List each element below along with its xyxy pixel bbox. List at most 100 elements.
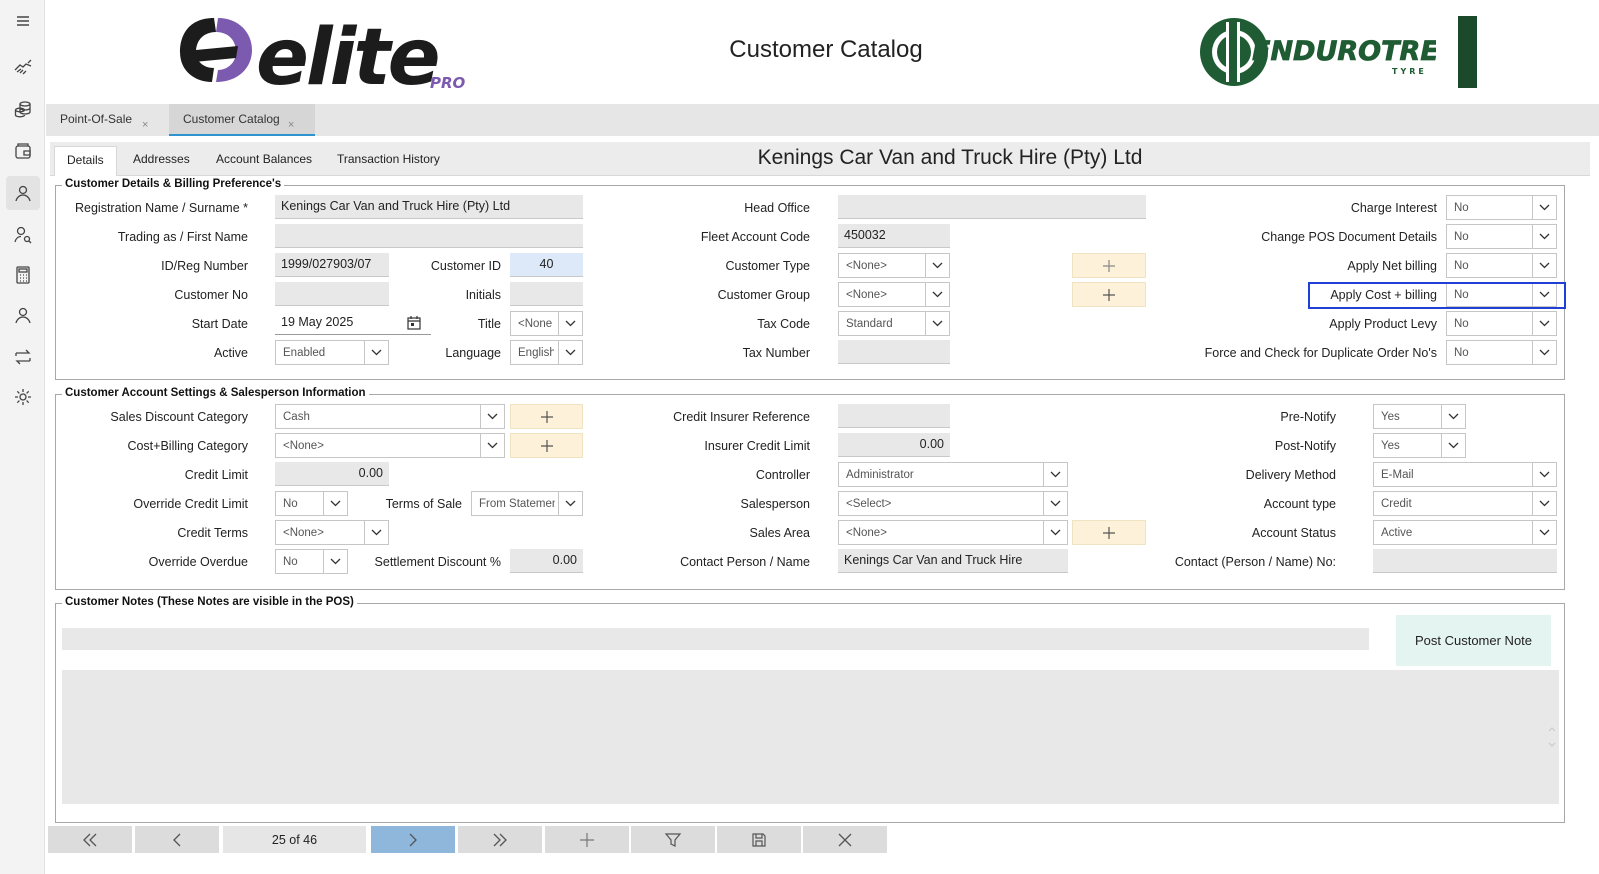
customer-icon[interactable] (6, 176, 40, 210)
notes-textarea[interactable] (62, 670, 1559, 804)
tab-details[interactable]: Details (54, 146, 117, 176)
first-record-button[interactable] (48, 826, 132, 853)
post-notify-select[interactable]: Yes (1373, 433, 1466, 458)
user-search-icon[interactable] (6, 218, 40, 252)
settlement-discount-field[interactable]: 0.00 (510, 549, 583, 573)
transfer-icon[interactable] (6, 340, 40, 374)
chevron-down-icon[interactable] (480, 405, 504, 428)
override-overdue-select[interactable]: No (275, 549, 348, 574)
chevron-down-icon[interactable] (1532, 196, 1556, 219)
credit-limit-field[interactable]: 0.00 (275, 462, 389, 486)
override-credit-select[interactable]: No (275, 491, 348, 516)
last-record-button[interactable] (458, 826, 542, 853)
chevron-down-icon[interactable] (558, 341, 582, 364)
chevron-down-icon[interactable] (480, 434, 504, 457)
insurer-limit-field[interactable]: 0.00 (838, 433, 950, 457)
chevron-down-icon[interactable] (1532, 463, 1556, 486)
cost-billing-category-select[interactable]: <None> (275, 433, 505, 458)
account-type-select[interactable]: Credit (1373, 491, 1557, 516)
chevron-down-icon[interactable] (364, 341, 388, 364)
tab-customer-catalog[interactable]: Customer Catalog × (169, 104, 315, 136)
person-icon[interactable] (6, 298, 40, 332)
fleet-account-field[interactable]: 450032 (838, 224, 950, 248)
chevron-down-icon[interactable] (925, 283, 949, 306)
chevron-down-icon[interactable] (1043, 521, 1067, 544)
id-reg-field[interactable]: 1999/027903/07 (275, 253, 389, 277)
contact-person-field[interactable]: Kenings Car Van and Truck Hire (838, 549, 1068, 573)
controller-select[interactable]: Administrator (838, 462, 1068, 487)
chevron-down-icon[interactable] (323, 550, 347, 573)
trading-as-field[interactable] (275, 224, 583, 248)
registration-name-field[interactable]: Kenings Car Van and Truck Hire (Pty) Ltd (275, 195, 583, 219)
customer-group-select[interactable]: <None> (838, 282, 950, 307)
note-input[interactable] (62, 628, 1369, 650)
tab-point-of-sale[interactable]: Point-Of-Sale × (46, 104, 156, 136)
wallet-icon[interactable] (6, 134, 40, 168)
scroll-arrows-icon[interactable] (1546, 722, 1558, 752)
chevron-down-icon[interactable] (323, 492, 347, 515)
filter-button[interactable] (631, 826, 715, 853)
sales-discount-select[interactable]: Cash (275, 404, 505, 429)
chevron-down-icon[interactable] (1441, 405, 1465, 428)
delivery-method-select[interactable]: E-Mail (1373, 462, 1557, 487)
chevron-down-icon[interactable] (1532, 254, 1556, 277)
add-customer-type-button[interactable] (1072, 253, 1146, 278)
chevron-down-icon[interactable] (1532, 341, 1556, 364)
add-record-button[interactable] (545, 826, 629, 853)
chevron-down-icon[interactable] (1043, 463, 1067, 486)
contact-number-field[interactable] (1373, 549, 1557, 573)
previous-record-button[interactable] (135, 826, 219, 853)
language-select[interactable]: English (510, 340, 583, 365)
duplicate-order-select[interactable]: No (1446, 340, 1557, 365)
head-office-field[interactable] (838, 195, 1146, 219)
chevron-down-icon[interactable] (558, 312, 582, 335)
handshake-icon[interactable] (6, 50, 40, 84)
terms-of-sale-select[interactable]: From Statement (471, 491, 583, 516)
initials-field[interactable] (510, 282, 583, 306)
account-status-select[interactable]: Active (1373, 520, 1557, 545)
chevron-down-icon[interactable] (925, 254, 949, 277)
tab-transaction-history[interactable]: Transaction History (337, 152, 440, 166)
customer-no-field[interactable] (275, 282, 389, 306)
customer-id-field[interactable]: 40 (510, 253, 583, 277)
close-tab-icon[interactable]: × (142, 119, 148, 131)
chevron-down-icon[interactable] (558, 492, 582, 515)
settings-icon[interactable] (6, 380, 40, 414)
charge-interest-select[interactable]: No (1446, 195, 1557, 220)
post-customer-note-button[interactable]: Post Customer Note (1396, 615, 1551, 666)
net-billing-select[interactable]: No (1446, 253, 1557, 278)
customer-type-select[interactable]: <None> (838, 253, 950, 278)
tab-addresses[interactable]: Addresses (133, 152, 190, 166)
chevron-down-icon[interactable] (1532, 225, 1556, 248)
chevron-down-icon[interactable] (1532, 492, 1556, 515)
chevron-down-icon[interactable] (1532, 521, 1556, 544)
tax-number-field[interactable] (838, 340, 950, 364)
chevron-down-icon[interactable] (364, 521, 388, 544)
insurer-reference-field[interactable] (838, 404, 950, 428)
active-select[interactable]: Enabled (275, 340, 389, 365)
save-button[interactable] (717, 826, 801, 853)
calculator-icon[interactable] (6, 258, 40, 292)
start-date-value: 19 May 2025 (281, 315, 354, 329)
add-sales-discount-button[interactable] (510, 404, 583, 429)
tax-code-select[interactable]: Standard (838, 311, 950, 336)
credit-terms-select[interactable]: <None> (275, 520, 389, 545)
product-levy-select[interactable]: No (1446, 311, 1557, 336)
chevron-down-icon[interactable] (925, 312, 949, 335)
add-customer-group-button[interactable] (1072, 282, 1146, 307)
coins-icon[interactable] (6, 92, 40, 126)
close-tab-icon[interactable]: × (288, 119, 294, 131)
chevron-down-icon[interactable] (1441, 434, 1465, 457)
close-record-button[interactable] (803, 826, 887, 853)
tab-account-balances[interactable]: Account Balances (216, 152, 312, 166)
salesperson-select[interactable]: <Select> (838, 491, 1068, 516)
change-pos-select[interactable]: No (1446, 224, 1557, 249)
next-record-button[interactable] (371, 826, 455, 853)
title-select[interactable]: <None (510, 311, 583, 336)
pre-notify-select[interactable]: Yes (1373, 404, 1466, 429)
chevron-down-icon[interactable] (1532, 312, 1556, 335)
sales-area-select[interactable]: <None> (838, 520, 1068, 545)
chevron-down-icon[interactable] (1043, 492, 1067, 515)
menu-icon[interactable] (6, 4, 40, 38)
add-cost-billing-category-button[interactable] (510, 433, 583, 458)
